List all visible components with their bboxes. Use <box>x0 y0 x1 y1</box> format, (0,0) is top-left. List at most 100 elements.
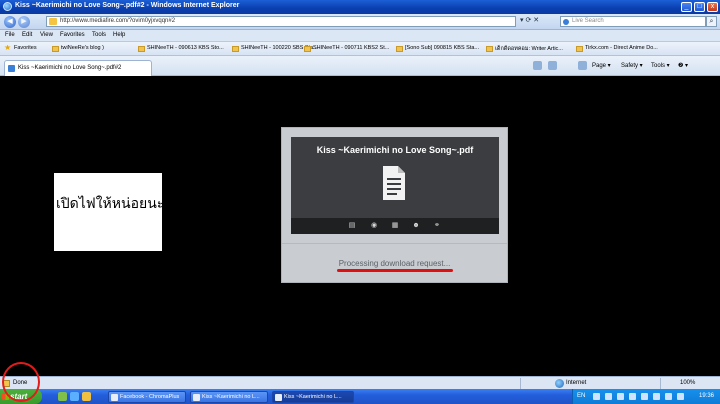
task-label: Facebook - ChromaPlus <box>120 394 180 400</box>
system-tray: EN 19:36 <box>572 389 720 404</box>
zoom-level[interactable]: 100% <box>680 380 695 386</box>
favorites-button[interactable]: ★ Favorites <box>4 45 46 54</box>
clock[interactable]: 19:36 <box>699 393 714 399</box>
favorites-label: Favorites <box>14 45 37 51</box>
bookmark-icon <box>232 46 239 52</box>
internet-explorer-icon <box>3 2 12 11</box>
browser-icon <box>111 394 118 401</box>
status-divider <box>520 378 521 389</box>
menu-file[interactable]: File <box>5 32 15 38</box>
favorite-link-label: Tirkx.com - Direct Anime Do... <box>585 45 658 51</box>
card-divider <box>282 243 507 244</box>
safety-menu[interactable]: Safety ▾ <box>621 62 643 69</box>
page-icon <box>49 18 57 25</box>
favorite-link-label: twiNeeRe's blog ) <box>61 45 104 51</box>
favorite-link[interactable]: เด็กดีดอทคอม: Writer Artic... <box>486 45 572 54</box>
download-status: Processing download request... <box>338 259 451 268</box>
menu-favorites[interactable]: Favorites <box>60 32 85 38</box>
refresh-stop-buttons[interactable]: ▾ ⟳ ✕ <box>520 16 539 24</box>
bookmark-icon <box>486 46 493 52</box>
annotation-circle <box>2 362 40 402</box>
link-icon[interactable]: ⚭ <box>433 222 441 230</box>
status-divider <box>660 378 661 389</box>
document-icon <box>383 166 405 200</box>
rss-icon[interactable]: ◉ <box>370 222 378 230</box>
address-toolbar: ◀ ▶ http://www.mediafire.com/?ovim0yjxvq… <box>0 14 720 30</box>
favorite-link[interactable]: twiNeeRe's blog ) <box>52 45 134 54</box>
volume-icon[interactable] <box>641 393 648 400</box>
bookmark-icon <box>576 46 583 52</box>
close-button[interactable]: x <box>707 2 718 12</box>
ie-icon <box>193 394 200 401</box>
star-icon: ★ <box>4 45 12 52</box>
favorite-link[interactable]: SHINeeTH - 090613 KBS Sto... <box>138 45 228 54</box>
minimize-button[interactable]: _ <box>681 2 692 12</box>
favorite-link-label: SHINeeTH - 090711 KBS2 St... <box>313 45 390 51</box>
browser-tab[interactable]: Kiss ~Kaerimichi no Love Song~.pdf#2 <box>4 60 152 76</box>
tray-icon[interactable] <box>665 393 672 400</box>
thai-note: เปิดไฟให้หน่อยนะ :] <box>54 173 179 251</box>
task-label: Kiss ~Kaerimichi no L... <box>284 394 342 400</box>
bookmark-icon <box>138 46 145 52</box>
internet-zone-icon <box>555 379 564 388</box>
maximize-button[interactable]: □ <box>694 2 705 12</box>
url-text: http://www.mediafire.com/?ovim0yjxvqqn#2 <box>60 18 176 24</box>
live-search-icon <box>563 19 569 25</box>
forward-button[interactable]: ▶ <box>18 16 30 28</box>
security-zone: Internet <box>566 380 587 386</box>
search-input[interactable]: Live Search <box>560 16 706 27</box>
tray-icon[interactable] <box>677 393 684 400</box>
file-panel: Kiss ~Kaerimichi no Love Song~.pdf ▤ ◉ ▦… <box>291 137 499 234</box>
network-icon[interactable] <box>653 393 660 400</box>
favorite-link-label: เด็กดีดอทคอม: Writer Artic... <box>495 46 563 52</box>
bookmark-icon <box>396 46 403 52</box>
tab-label: Kiss ~Kaerimichi no Love Song~.pdf#2 <box>18 65 122 71</box>
address-input[interactable]: http://www.mediafire.com/?ovim0yjxvqqn#2 <box>46 16 516 27</box>
language-indicator[interactable]: EN <box>577 393 585 399</box>
tab-page-icon <box>8 65 15 72</box>
annotation-underline <box>337 269 453 272</box>
favorite-link[interactable]: [Sono Sub] 090815 KBS Sta... <box>396 45 482 54</box>
note-text: เปิดไฟให้หน่อยนะ :] <box>56 196 179 212</box>
tray-icon[interactable] <box>593 393 600 400</box>
print-icon[interactable] <box>578 61 587 70</box>
ie-icon <box>275 394 282 401</box>
info-icon[interactable]: ▤ <box>348 222 356 230</box>
tab-bar: Kiss ~Kaerimichi no Love Song~.pdf#2 Pag… <box>0 56 720 76</box>
back-button[interactable]: ◀ <box>4 16 16 28</box>
tray-icon[interactable] <box>617 393 624 400</box>
home-icon[interactable] <box>533 61 542 70</box>
bookmark-icon <box>304 46 311 52</box>
favorite-link[interactable]: SHINeeTH - 090711 KBS2 St... <box>304 45 392 54</box>
favorite-link[interactable]: Tirkx.com - Direct Anime Do... <box>576 45 670 54</box>
download-card: Kiss ~Kaerimichi no Love Song~.pdf ▤ ◉ ▦… <box>281 127 508 283</box>
feeds-icon[interactable] <box>548 61 557 70</box>
window-titlebar: Kiss ~Kaerimichi no Love Song~.pdf#2 - W… <box>0 0 720 14</box>
contact-icon[interactable]: ☻ <box>412 222 420 230</box>
tools-menu[interactable]: Tools ▾ <box>651 62 670 69</box>
page-menu[interactable]: Page ▾ <box>592 62 611 69</box>
file-name: Kiss ~Kaerimichi no Love Song~.pdf <box>316 145 474 155</box>
taskbar-item-facebook[interactable]: Facebook - ChromaPlus <box>108 391 186 403</box>
menu-edit[interactable]: Edit <box>22 32 32 38</box>
help-menu[interactable]: ❷ ▾ <box>678 62 688 69</box>
share-icon[interactable]: ▦ <box>391 222 399 230</box>
status-bar: Done Internet 100% <box>0 376 720 389</box>
tray-icon[interactable] <box>605 393 612 400</box>
menu-view[interactable]: View <box>40 32 53 38</box>
favorites-bar: ★ Favorites twiNeeRe's blog ) SHINeeTH -… <box>0 42 720 56</box>
window-title: Kiss ~Kaerimichi no Love Song~.pdf#2 - W… <box>15 2 240 9</box>
tray-icon[interactable] <box>629 393 636 400</box>
search-placeholder: Live Search <box>572 18 604 24</box>
show-desktop-icon[interactable] <box>58 392 67 401</box>
favorite-link-label: [Sono Sub] 090815 KBS Sta... <box>405 45 479 51</box>
taskbar-item-kiss-1[interactable]: Kiss ~Kaerimichi no L... <box>190 391 268 403</box>
search-button[interactable]: ⌕ <box>706 16 717 27</box>
menu-help[interactable]: Help <box>113 32 125 38</box>
windows-taskbar: start Facebook - ChromaPlus Kiss ~Kaerim… <box>0 389 720 404</box>
quick-launch-ie-icon[interactable] <box>70 392 79 401</box>
quick-launch-folder-icon[interactable] <box>82 392 91 401</box>
taskbar-item-kiss-2[interactable]: Kiss ~Kaerimichi no L... <box>272 391 354 403</box>
menu-bar: File Edit View Favorites Tools Help <box>0 30 720 42</box>
menu-tools[interactable]: Tools <box>92 32 106 38</box>
